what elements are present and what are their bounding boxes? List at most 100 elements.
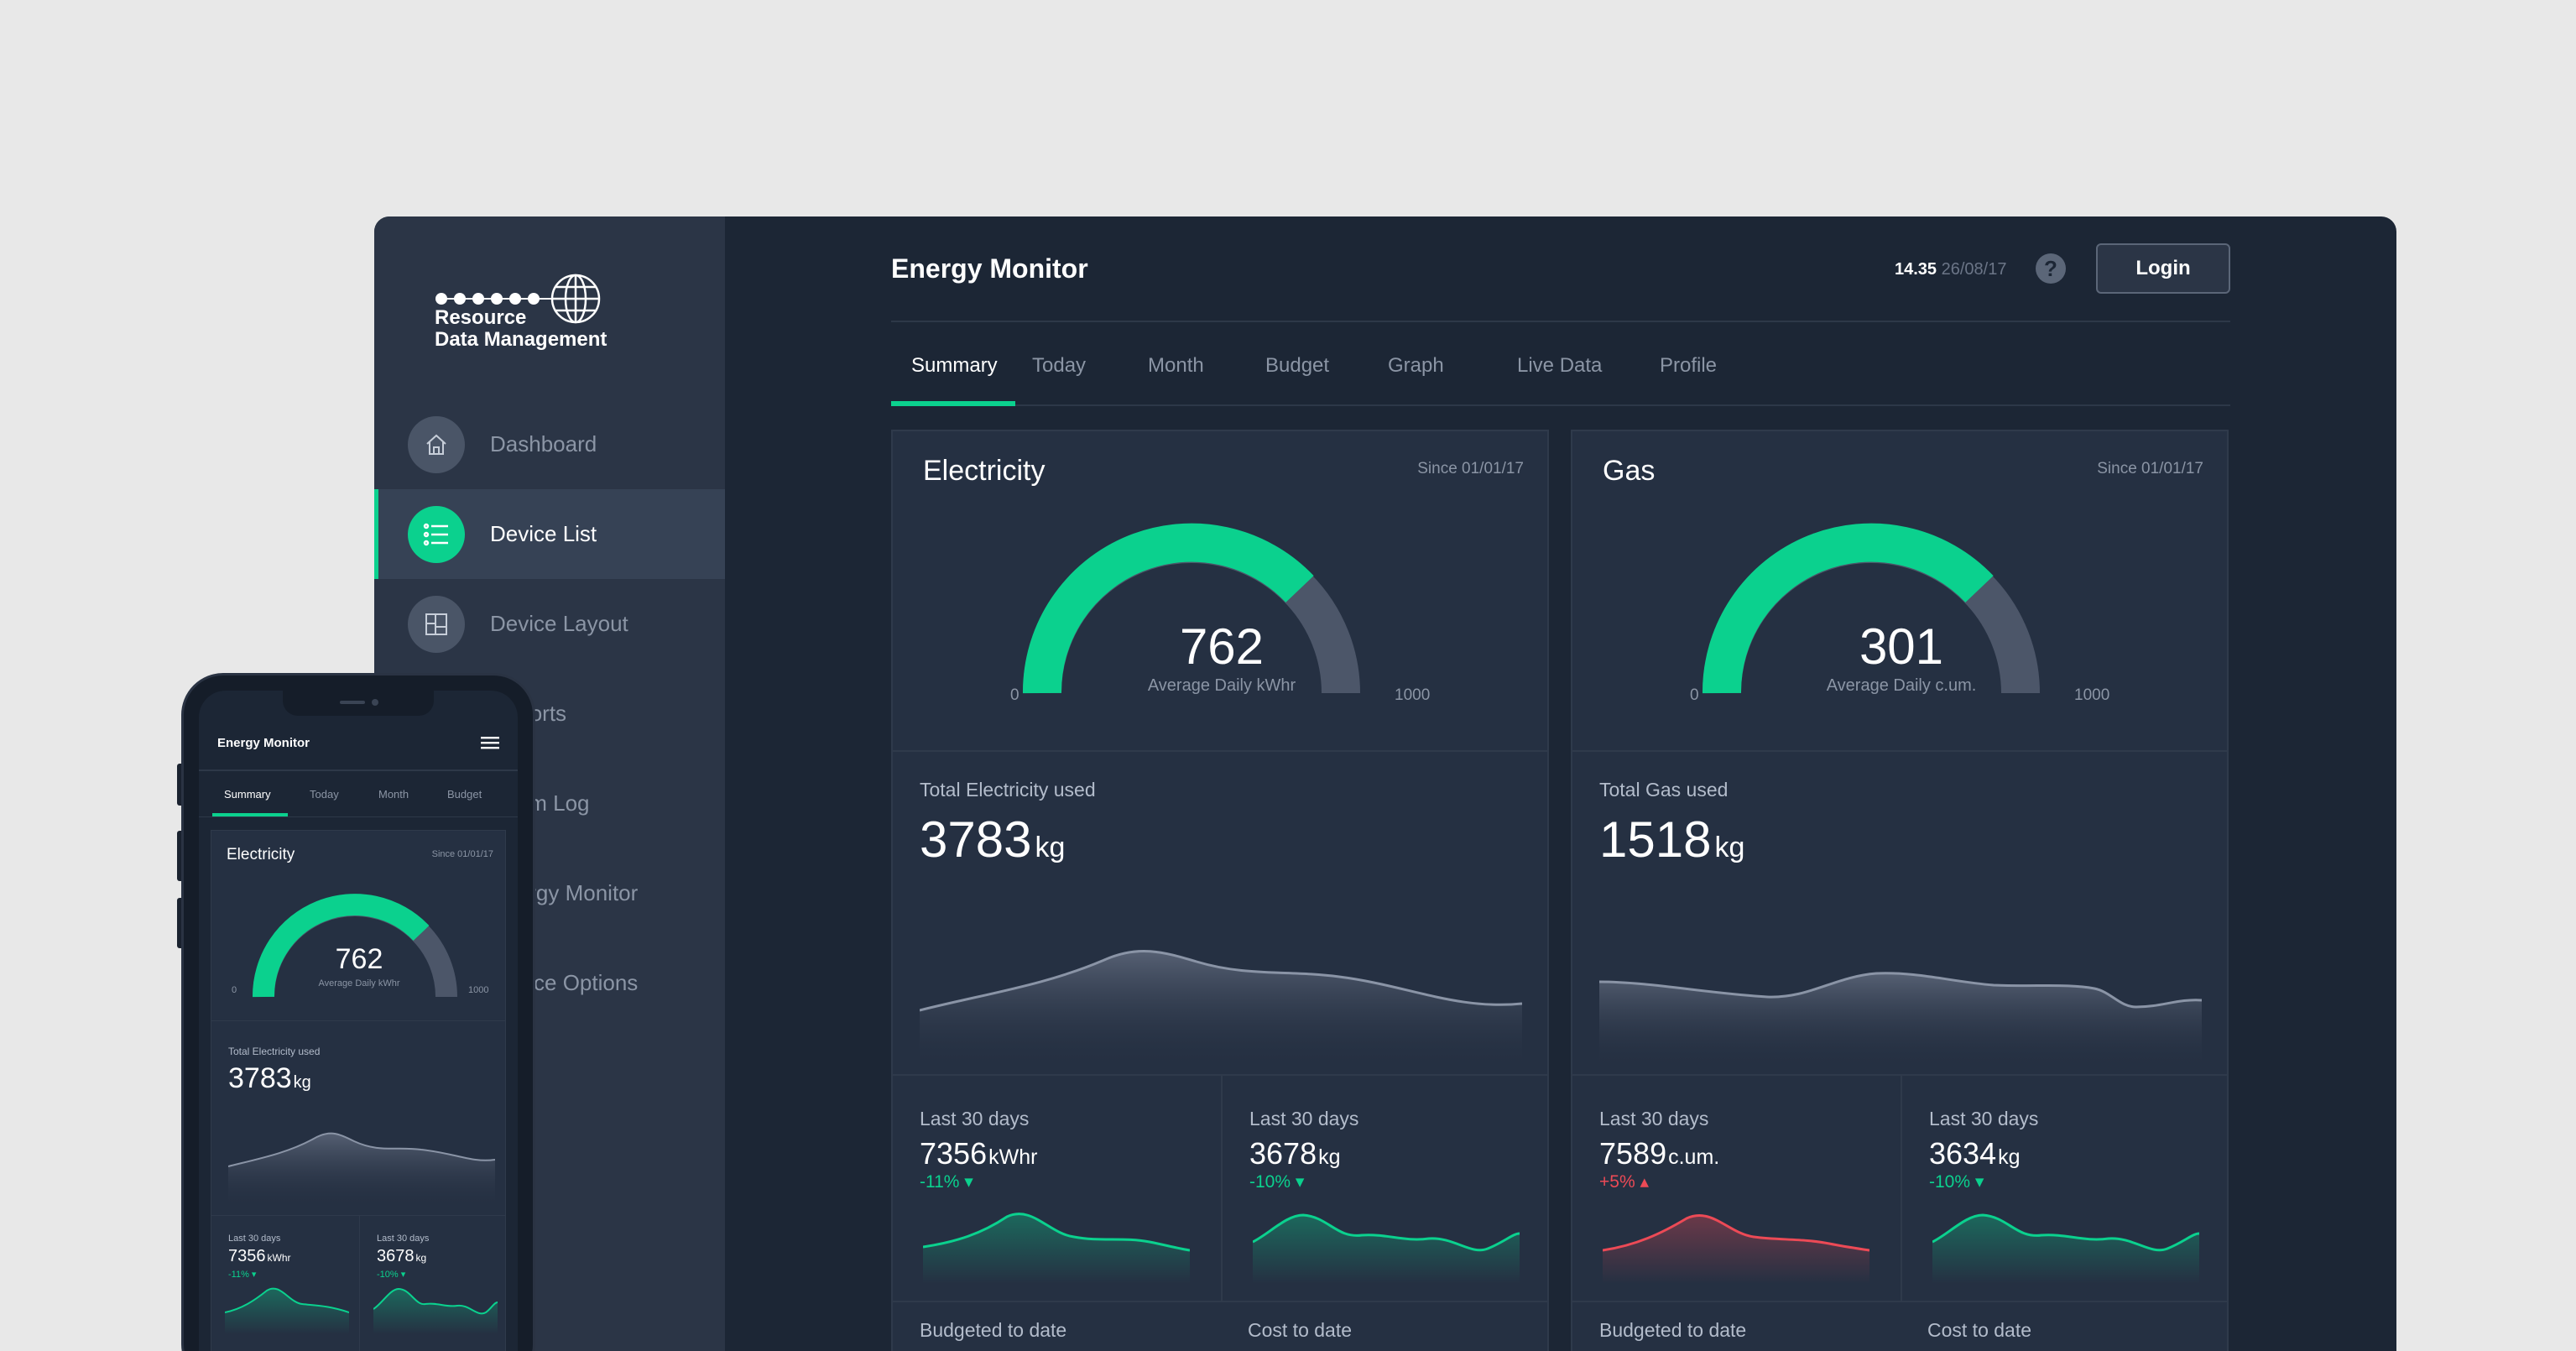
tab-graph[interactable]: Graph <box>1388 354 1444 406</box>
stat-last-30-days-carbon: Last 30 days 3634kg -10% ▾ <box>1901 1076 2229 1302</box>
stat-label: Last 30 days <box>377 1234 430 1244</box>
budgeted-to-date-label: Budgeted to date <box>1599 1319 1747 1341</box>
phone-stat-energy: Last 30 days 7356 kWhr -11% ▾ <box>211 1215 359 1351</box>
phone-screen: Energy Monitor Summary Today Month Budge… <box>199 691 518 1351</box>
stat-number: 3678 <box>377 1247 415 1265</box>
speaker <box>340 701 365 704</box>
card-title: Electricity <box>227 846 295 863</box>
total-unit: kg <box>1035 832 1066 863</box>
page-title: Energy Monitor <box>891 253 1088 284</box>
total-unit: kg <box>1714 832 1745 863</box>
active-tab-indicator <box>891 401 1015 406</box>
stat-number: 7589 <box>1599 1136 1667 1171</box>
stat-change: -10% ▾ <box>1249 1172 1305 1192</box>
tab-today[interactable]: Today <box>1032 354 1086 406</box>
phone-electricity-card: Electricity Since 01/01/17 762 Average D… <box>211 830 506 1351</box>
stat-last-30-days-energy: Last 30 days 7356kWhr -11% ▾ <box>893 1076 1221 1302</box>
hamburger-menu-icon[interactable] <box>481 736 499 749</box>
card-since: Since 01/01/17 <box>2097 460 2203 477</box>
card-title: Electricity <box>923 455 1046 487</box>
stat-unit: kWhr <box>267 1252 291 1264</box>
sidebar-item-label: Device List <box>490 521 597 546</box>
stat-change: -10% ▾ <box>377 1270 406 1280</box>
stat-change: +5% ▴ <box>1599 1172 1649 1192</box>
total-label: Total Electricity used <box>920 779 1096 801</box>
electricity-card: Electricity Since 01/01/17 762 Average D… <box>891 430 1549 1351</box>
datetime: 14.35 26/08/17 <box>1895 260 2006 279</box>
stat-value: 3678kg <box>1249 1136 1341 1171</box>
sidebar-item-device-list[interactable]: Device List <box>374 489 725 579</box>
question-icon[interactable]: ? <box>2036 253 2066 284</box>
card-since: Since 01/01/17 <box>431 849 493 859</box>
gauge-max: 1000 <box>2074 686 2110 704</box>
sidebar-item-label: Device Layout <box>490 611 628 636</box>
phone-tab-budget[interactable]: Budget <box>447 788 482 801</box>
stat-label: Last 30 days <box>228 1234 281 1244</box>
stat-unit: kg <box>1998 1145 2021 1169</box>
phone-tab-today[interactable]: Today <box>310 788 339 801</box>
app-window: Resource Data Management Dashboard Devic… <box>374 216 2396 1351</box>
sparkline-chart <box>373 1287 498 1334</box>
total-unit: kg <box>293 1073 311 1092</box>
stat-number: 3678 <box>1249 1136 1317 1171</box>
brand-name-line1: Resource <box>435 306 527 329</box>
phone-notch <box>283 691 434 716</box>
divider <box>1572 750 2227 752</box>
cost-to-date-label: Cost to date <box>1248 1319 1353 1341</box>
tab-month[interactable]: Month <box>1148 354 1204 406</box>
total-label: Total Electricity used <box>228 1046 321 1057</box>
tab-live-data[interactable]: Live Data <box>1517 354 1602 406</box>
phone-tabs-divider <box>199 816 518 817</box>
stat-change: -11% ▾ <box>920 1172 973 1192</box>
sidebar-item-label: Dashboard <box>490 431 597 456</box>
budgeted-to-date-label: Budgeted to date <box>920 1319 1067 1341</box>
phone-stat-carbon: Last 30 days 3678 kg -10% ▾ <box>359 1215 507 1351</box>
sidebar-item-dashboard[interactable]: Dashboard <box>374 399 725 489</box>
phone-tab-summary[interactable]: Summary <box>224 788 271 801</box>
divider <box>893 750 1547 752</box>
stat-unit: c.um. <box>1668 1145 1720 1169</box>
stat-label: Last 30 days <box>1249 1108 1359 1129</box>
sparkline-chart <box>225 1287 349 1334</box>
tab-budget[interactable]: Budget <box>1265 354 1329 406</box>
stat-number: 7356 <box>920 1136 988 1171</box>
sidebar-item-device-layout[interactable]: Device Layout <box>374 579 725 669</box>
sparkline-chart <box>923 1213 1190 1284</box>
camera <box>372 699 378 706</box>
total-number: 3783 <box>920 811 1032 868</box>
stat-last-30-days-carbon: Last 30 days 3678kg -10% ▾ <box>1221 1076 1549 1302</box>
list-icon <box>408 505 465 563</box>
home-icon <box>408 415 465 473</box>
stat-label: Last 30 days <box>920 1108 1030 1129</box>
tab-summary[interactable]: Summary <box>911 354 998 406</box>
phone-tab-month[interactable]: Month <box>378 788 409 801</box>
total-value: 3783 kg <box>228 1062 311 1095</box>
tab-profile[interactable]: Profile <box>1660 354 1717 406</box>
gauge-min: 0 <box>1690 686 1699 704</box>
gauge-value: 301 <box>1859 618 1944 675</box>
header-divider <box>891 321 2230 322</box>
stat-value: 7589c.um. <box>1599 1136 1719 1171</box>
phone-header-divider <box>199 769 518 771</box>
sparkline-chart <box>1603 1213 1869 1284</box>
login-button[interactable]: Login <box>2096 243 2230 294</box>
gauge-min: 0 <box>1010 686 1019 704</box>
sparkline-chart <box>1932 1213 2199 1284</box>
sparkline-chart <box>1253 1213 1520 1284</box>
stat-value: 3678kg <box>377 1247 426 1266</box>
tab-bar: Summary Today Month Budget Graph Live Da… <box>891 354 2230 406</box>
layout-icon <box>408 595 465 653</box>
phone-page-title: Energy Monitor <box>217 736 310 750</box>
usage-area-chart <box>1599 972 2202 1069</box>
stat-label: Last 30 days <box>1929 1108 2039 1129</box>
stat-value: 3634kg <box>1929 1136 2021 1171</box>
stat-number: 3634 <box>1929 1136 1997 1171</box>
card-title: Gas <box>1603 455 1656 487</box>
gas-card: Gas Since 01/01/17 301 Average Daily c.u… <box>1571 430 2229 1351</box>
stat-change: -10% ▾ <box>1929 1172 1984 1192</box>
gauge-label: Average Daily kWhr <box>1147 676 1296 695</box>
stat-unit: kWhr <box>988 1145 1038 1169</box>
total-label: Total Gas used <box>1599 779 1729 801</box>
stat-number: 7356 <box>228 1247 266 1265</box>
date-text: 26/08/17 <box>1941 260 2007 279</box>
